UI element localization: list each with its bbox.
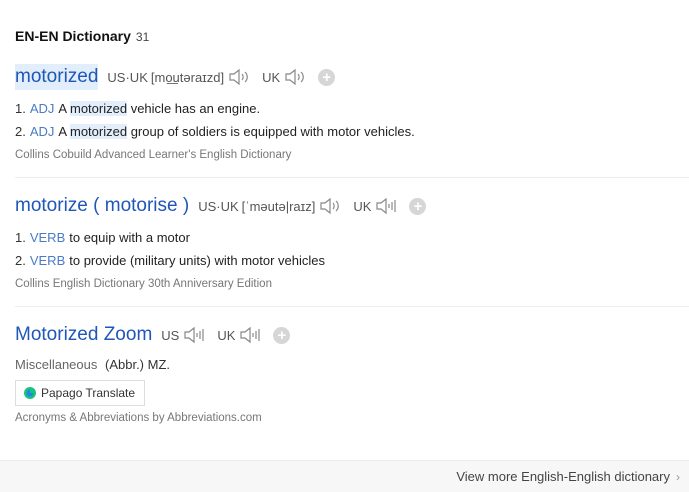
chevron-right-icon: › bbox=[676, 469, 680, 484]
divider bbox=[15, 306, 689, 307]
speaker-icon[interactable] bbox=[284, 68, 308, 86]
sense-text: group of soldiers is equipped with motor… bbox=[130, 124, 415, 139]
pron-label: US·UK bbox=[198, 198, 239, 214]
abbreviation-line: Miscellaneous (Abbr.) MZ. bbox=[15, 357, 689, 372]
pronunciation-uk: UK bbox=[262, 68, 308, 86]
pron-label: UK bbox=[353, 198, 372, 214]
pron-label: US bbox=[161, 327, 180, 343]
entry-word[interactable]: motorized bbox=[15, 64, 99, 90]
pronunciation-us-uk: US·UK [mo͟utəraɪzd] bbox=[107, 68, 252, 86]
sense-text: to equip with a motor bbox=[69, 230, 190, 245]
sense-item: 1. ADJ A motorized vehicle has an engine. bbox=[15, 97, 689, 120]
part-of-speech: VERB bbox=[29, 253, 66, 268]
part-of-speech: VERB bbox=[29, 230, 66, 245]
pronunciation-uk: UK bbox=[353, 197, 399, 215]
pronunciation-us-uk: US·UK [ˈməutə|raɪz] bbox=[198, 197, 343, 215]
pron-ipa: [ˈməutə|raɪz] bbox=[241, 198, 316, 214]
sense-item: 2. ADJ A motorized group of soldiers is eq… bbox=[15, 120, 689, 143]
entry-motorize: motorize ( motorise ) US·UK [ˈməutə|raɪz… bbox=[15, 193, 689, 290]
pron-label: UK bbox=[217, 327, 236, 343]
sense-number: 1. bbox=[15, 101, 26, 116]
result-count: 31 bbox=[135, 30, 150, 44]
dictionary-header: EN-EN Dictionary 31 bbox=[15, 28, 149, 46]
category-label: Miscellaneous bbox=[15, 357, 98, 372]
view-more-label: View more English-English dictionary bbox=[456, 469, 670, 484]
abbreviation-text: (Abbr.) MZ. bbox=[105, 357, 171, 372]
divider bbox=[15, 177, 689, 178]
highlighted-word: motorized bbox=[70, 101, 128, 116]
add-to-wordbook-plus-icon[interactable]: + bbox=[273, 326, 291, 344]
speaker-playing-icon[interactable] bbox=[375, 197, 399, 215]
papago-label: Papago Translate bbox=[41, 386, 136, 400]
sense-text: A bbox=[58, 101, 67, 116]
sense-item: 1. VERB to equip with a motor bbox=[15, 226, 689, 249]
entry-word[interactable]: Motorized Zoom bbox=[15, 322, 152, 348]
part-of-speech: ADJ bbox=[29, 124, 55, 139]
pronunciation-uk: UK bbox=[217, 326, 263, 344]
footer-bar: View more English-English dictionary › bbox=[0, 460, 689, 492]
speaker-icon[interactable] bbox=[319, 197, 343, 215]
dictionary-source: Collins Cobuild Advanced Learner's Engli… bbox=[15, 149, 292, 161]
highlighted-word: motorized bbox=[70, 124, 128, 139]
pron-ipa: [mo͟utəraɪzd] bbox=[150, 69, 225, 85]
entry-word[interactable]: motorize ( motorise ) bbox=[15, 193, 189, 219]
sense-text: A bbox=[58, 124, 67, 139]
speaker-icon[interactable] bbox=[228, 68, 252, 86]
speaker-playing-icon[interactable] bbox=[183, 326, 207, 344]
dictionary-source: Acronyms & Abbreviations by Abbreviation… bbox=[15, 412, 262, 424]
pronunciation-us: US bbox=[161, 326, 207, 344]
sense-number: 2. bbox=[15, 253, 26, 268]
pron-label: US·UK bbox=[107, 69, 148, 85]
entry-motorized: motorized US·UK [mo͟utəraɪzd] UK + 1. ADJ… bbox=[15, 64, 689, 161]
dictionary-title: EN-EN Dictionary bbox=[15, 28, 131, 44]
dictionary-source: Collins English Dictionary 30th Annivers… bbox=[15, 278, 272, 290]
sense-text: vehicle has an engine. bbox=[130, 101, 261, 116]
sense-item: 2. VERB to provide (military units) with m… bbox=[15, 249, 689, 272]
add-to-wordbook-plus-icon[interactable]: + bbox=[318, 68, 336, 86]
speaker-playing-icon[interactable] bbox=[239, 326, 263, 344]
sense-number: 2. bbox=[15, 124, 26, 139]
sense-number: 1. bbox=[15, 230, 26, 245]
entry-motorized-zoom: Motorized Zoom US UK + Miscellaneous (Ab… bbox=[15, 322, 689, 424]
papago-logo-icon bbox=[24, 387, 36, 399]
sense-text: to provide (military units) with motor v… bbox=[69, 253, 325, 268]
view-more-link[interactable]: View more English-English dictionary › bbox=[456, 469, 680, 484]
part-of-speech: ADJ bbox=[29, 101, 55, 116]
papago-translate-button[interactable]: Papago Translate bbox=[15, 380, 146, 406]
pron-label: UK bbox=[262, 69, 281, 85]
add-to-wordbook-plus-icon[interactable]: + bbox=[409, 197, 427, 215]
